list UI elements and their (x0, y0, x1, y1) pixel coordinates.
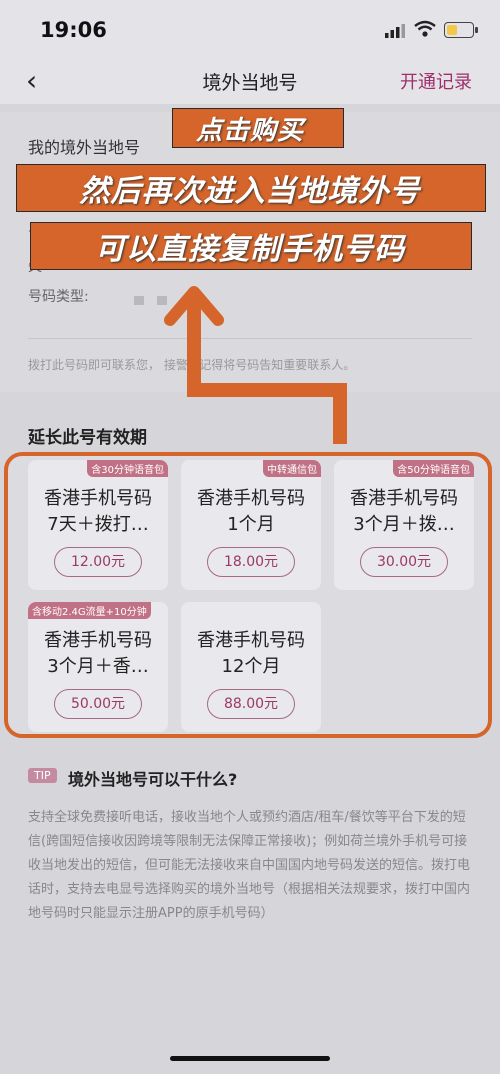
annotation-arrow-icon (164, 286, 347, 444)
